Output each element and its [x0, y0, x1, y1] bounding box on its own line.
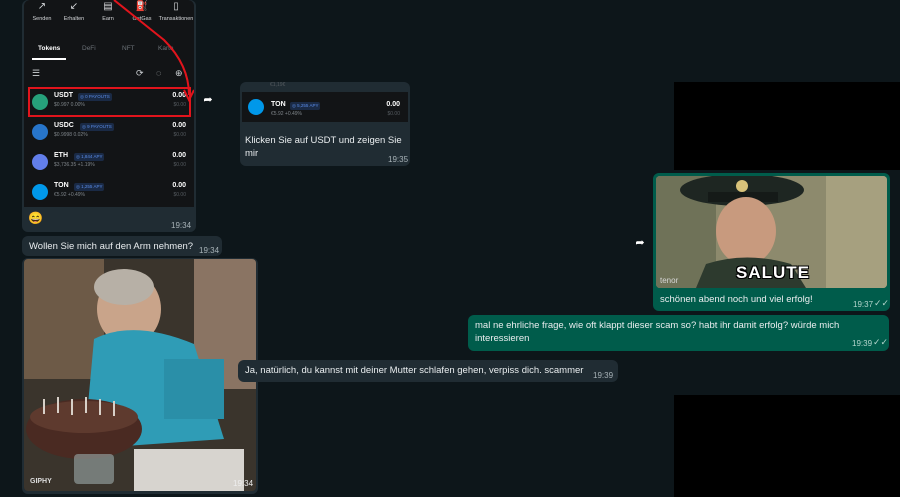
- message-frage[interactable]: mal ne ehrliche frage, wie oft klappt di…: [468, 315, 889, 351]
- read-ticks-icon: ✓✓: [874, 298, 890, 308]
- wallet-screenshot[interactable]: ↗ Senden ↙ Erhalten ▤ Earn ⛽ GetGas ▯ Transak…: [24, 0, 194, 207]
- usdc-icon: [32, 124, 48, 140]
- giphy-watermark: GIPHY: [30, 478, 52, 485]
- tenor-watermark: tenor: [660, 276, 679, 285]
- chat-background-right-top: [674, 0, 900, 82]
- message-ja-natuerlich[interactable]: Ja, natürlich, du kannst mit deiner Mutt…: [238, 360, 618, 382]
- salute-gif[interactable]: SALUTE tenor: [656, 176, 887, 288]
- emoji-grinning: 😄: [28, 211, 43, 225]
- token-row-usdc: USDC ◎ 9 PAYOUTS $0.9998 0.02% 0.00 $0.0…: [28, 119, 190, 145]
- read-ticks-icon: ✓✓: [873, 337, 889, 347]
- ton-token-preview: TON ◎ 5,255 APY €5.92 +0.49% 0.00 $0.00: [242, 92, 408, 122]
- ton-icon: [248, 99, 264, 115]
- token-row-eth: ETH ◎ 1,844 APY $3,736.35 +1.19% 0.00 $0…: [28, 149, 190, 175]
- salute-caption: SALUTE: [736, 263, 810, 282]
- forward-icon[interactable]: ➦: [199, 91, 217, 109]
- birthday-gif-image: [24, 259, 256, 491]
- birthday-gif[interactable]: GIPHY 19:34: [24, 259, 256, 491]
- red-arrow-icon: [113, 0, 194, 103]
- message-wollen[interactable]: Wollen Sie mich auf den Arm nehmen? 19:3…: [22, 236, 222, 256]
- token-row-ton: TON ◎ 1,255 APY €5.92 +0.49% 0.00 $0.00: [28, 179, 190, 205]
- wallet-message-time: 19:34: [171, 221, 192, 230]
- eth-icon: [32, 154, 48, 170]
- forward-icon[interactable]: ➦: [631, 234, 649, 252]
- ton-icon: [32, 184, 48, 200]
- message-klicken[interactable]: €1,19€ TON ◎ 5,255 APY €5.92 +0.49% 0.00…: [240, 82, 410, 166]
